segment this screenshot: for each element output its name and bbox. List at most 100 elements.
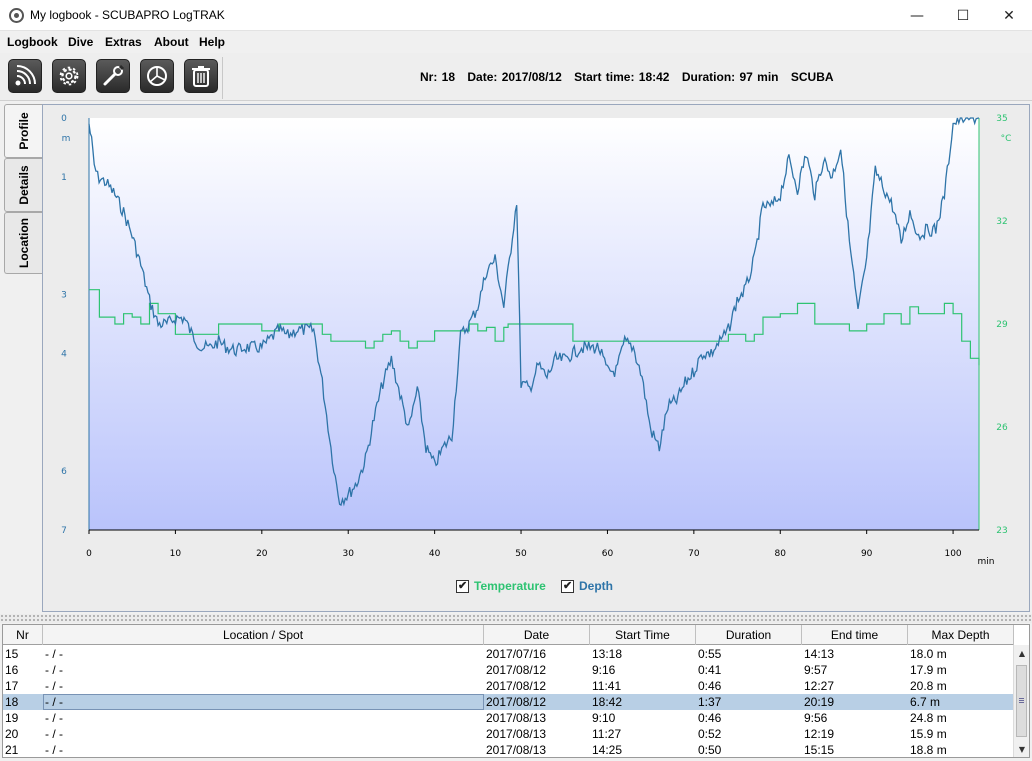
col-max-depth[interactable]: Max Depth bbox=[908, 625, 1014, 645]
table-row[interactable]: 16 - / - 2017/08/12 9:16 0:41 9:57 17.9 m bbox=[3, 662, 1014, 678]
cell-duration: 0:50 bbox=[698, 743, 722, 757]
cell-nr: 17 bbox=[5, 679, 19, 693]
depth-checkbox[interactable] bbox=[561, 579, 574, 593]
x-tick-label: 40 bbox=[429, 549, 441, 559]
legend-depth[interactable]: Depth bbox=[561, 579, 613, 593]
y-depth-unit: m bbox=[62, 134, 71, 144]
cell-end-time: 20:19 bbox=[804, 695, 835, 709]
cell-date: 2017/08/12 bbox=[486, 663, 547, 677]
table-scrollbar[interactable]: ▲ ▼ bbox=[1013, 645, 1029, 757]
cell-date: 2017/08/12 bbox=[486, 695, 547, 709]
cell-duration: 0:46 bbox=[698, 711, 722, 725]
cell-max-depth: 18.0 m bbox=[910, 647, 947, 661]
cell-max-depth: 18.8 m bbox=[910, 743, 947, 757]
x-tick-label: 60 bbox=[602, 549, 614, 559]
table-header: Nr Location / Spot Date Start Time Durat… bbox=[3, 625, 1014, 645]
cell-start-time: 18:42 bbox=[592, 695, 623, 709]
table-row[interactable]: 17 - / - 2017/08/12 11:41 0:46 12:27 20.8 m bbox=[3, 678, 1014, 694]
cell-max-depth: 20.8 m bbox=[910, 679, 947, 693]
cell-duration: 0:46 bbox=[698, 679, 722, 693]
legend-depth-label: Depth bbox=[579, 579, 613, 593]
cell-end-time: 14:13 bbox=[804, 647, 835, 661]
x-tick-label: 20 bbox=[256, 549, 268, 559]
y-temperature-unit: °C bbox=[1001, 134, 1012, 144]
cell-location: - / - bbox=[43, 694, 484, 710]
cell-duration: 0:52 bbox=[698, 727, 722, 741]
x-tick-label: 100 bbox=[944, 549, 961, 559]
cell-nr: 21 bbox=[5, 743, 19, 757]
x-tick-label: 30 bbox=[342, 549, 354, 559]
y-temperature-tick-label: 35 bbox=[996, 114, 1007, 124]
table-row[interactable]: 15 - / - 2017/07/16 13:18 0:55 14:13 18.0 m bbox=[3, 646, 1014, 662]
scroll-down-icon[interactable]: ▼ bbox=[1014, 741, 1029, 757]
cell-start-time: 9:16 bbox=[592, 663, 616, 677]
cell-max-depth: 15.9 m bbox=[910, 727, 947, 741]
y-temperature-tick-label: 32 bbox=[996, 217, 1007, 227]
cell-max-depth: 17.9 m bbox=[910, 663, 947, 677]
y-depth-tick-label: 1 bbox=[61, 173, 67, 183]
cell-date: 2017/08/13 bbox=[486, 727, 547, 741]
y-depth-tick-label: 4 bbox=[61, 349, 67, 359]
x-tick-label: 90 bbox=[861, 549, 873, 559]
cell-nr: 18 bbox=[5, 695, 19, 709]
y-depth-tick-label: 6 bbox=[61, 467, 67, 477]
table-row[interactable]: 21 - / - 2017/08/13 14:25 0:50 15:15 18.8 m bbox=[3, 742, 1014, 757]
cell-start-time: 11:41 bbox=[592, 679, 622, 693]
legend-temperature[interactable]: Temperature bbox=[456, 579, 546, 593]
col-nr[interactable]: Nr bbox=[3, 625, 43, 645]
cell-duration: 0:41 bbox=[698, 663, 722, 677]
cell-date: 2017/08/12 bbox=[486, 679, 547, 693]
cell-nr: 19 bbox=[5, 711, 19, 725]
cell-end-time: 9:57 bbox=[804, 663, 828, 677]
temperature-checkbox[interactable] bbox=[456, 579, 469, 593]
cell-max-depth: 6.7 m bbox=[910, 695, 941, 709]
table-row[interactable]: 20 - / - 2017/08/13 11:27 0:52 12:19 15.9 m bbox=[3, 726, 1014, 742]
cell-date: 2017/08/13 bbox=[486, 743, 547, 757]
y-temperature-tick-label: 26 bbox=[996, 423, 1008, 433]
dive-profile-chart: 0 10 20 30 40 50 60 70 80 90 100 min 0 1 3 4 6 7 m 35 32 29 26… bbox=[61, 114, 1012, 567]
panel-splitter[interactable] bbox=[0, 614, 1032, 623]
cell-duration: 1:37 bbox=[698, 695, 722, 709]
scroll-up-icon[interactable]: ▲ bbox=[1014, 645, 1029, 661]
cell-location: - / - bbox=[45, 711, 63, 725]
cell-location: - / - bbox=[45, 743, 63, 757]
y-temperature-tick-label: 29 bbox=[996, 320, 1008, 330]
dive-list-table: Nr Location / Spot Date Start Time Durat… bbox=[2, 624, 1030, 758]
cell-nr: 16 bbox=[5, 663, 19, 677]
x-tick-label: 70 bbox=[688, 549, 700, 559]
col-duration[interactable]: Duration bbox=[696, 625, 802, 645]
y-temperature-tick-label: 23 bbox=[996, 526, 1007, 536]
col-end-time[interactable]: End time bbox=[802, 625, 908, 645]
cell-location: - / - bbox=[45, 647, 63, 661]
y-depth-tick-label: 3 bbox=[61, 291, 67, 301]
x-tick-label: 50 bbox=[515, 549, 527, 559]
cell-max-depth: 24.8 m bbox=[910, 711, 947, 725]
x-tick-label: 10 bbox=[170, 549, 182, 559]
scroll-thumb[interactable] bbox=[1016, 665, 1027, 737]
x-axis-unit: min bbox=[978, 557, 995, 567]
cell-date: 2017/08/13 bbox=[486, 711, 547, 725]
y-depth-tick-label: 0 bbox=[61, 114, 67, 124]
cell-start-time: 9:10 bbox=[592, 711, 616, 725]
col-start-time[interactable]: Start Time bbox=[590, 625, 696, 645]
cell-start-time: 13:18 bbox=[592, 647, 623, 661]
cell-nr: 15 bbox=[5, 647, 19, 661]
cell-location: - / - bbox=[45, 679, 63, 693]
col-date[interactable]: Date bbox=[484, 625, 590, 645]
table-row[interactable]: 19 - / - 2017/08/13 9:10 0:46 9:56 24.8 m bbox=[3, 710, 1014, 726]
cell-duration: 0:55 bbox=[698, 647, 722, 661]
cell-location: - / - bbox=[45, 663, 63, 677]
cell-nr: 20 bbox=[5, 727, 19, 741]
x-tick-label: 80 bbox=[775, 549, 787, 559]
x-tick-label: 0 bbox=[86, 549, 92, 559]
cell-date: 2017/07/16 bbox=[486, 647, 547, 661]
cell-location: - / - bbox=[45, 727, 63, 741]
cell-end-time: 12:19 bbox=[804, 727, 835, 741]
cell-start-time: 11:27 bbox=[592, 727, 622, 741]
col-location[interactable]: Location / Spot bbox=[43, 625, 484, 645]
legend-temperature-label: Temperature bbox=[474, 579, 546, 593]
cell-end-time: 9:56 bbox=[804, 711, 828, 725]
cell-end-time: 12:27 bbox=[804, 679, 835, 693]
cell-start-time: 14:25 bbox=[592, 743, 623, 757]
table-row[interactable]: 18 - / -2017/08/12 18:42 1:37 20:19 6.7 m bbox=[3, 694, 1014, 710]
